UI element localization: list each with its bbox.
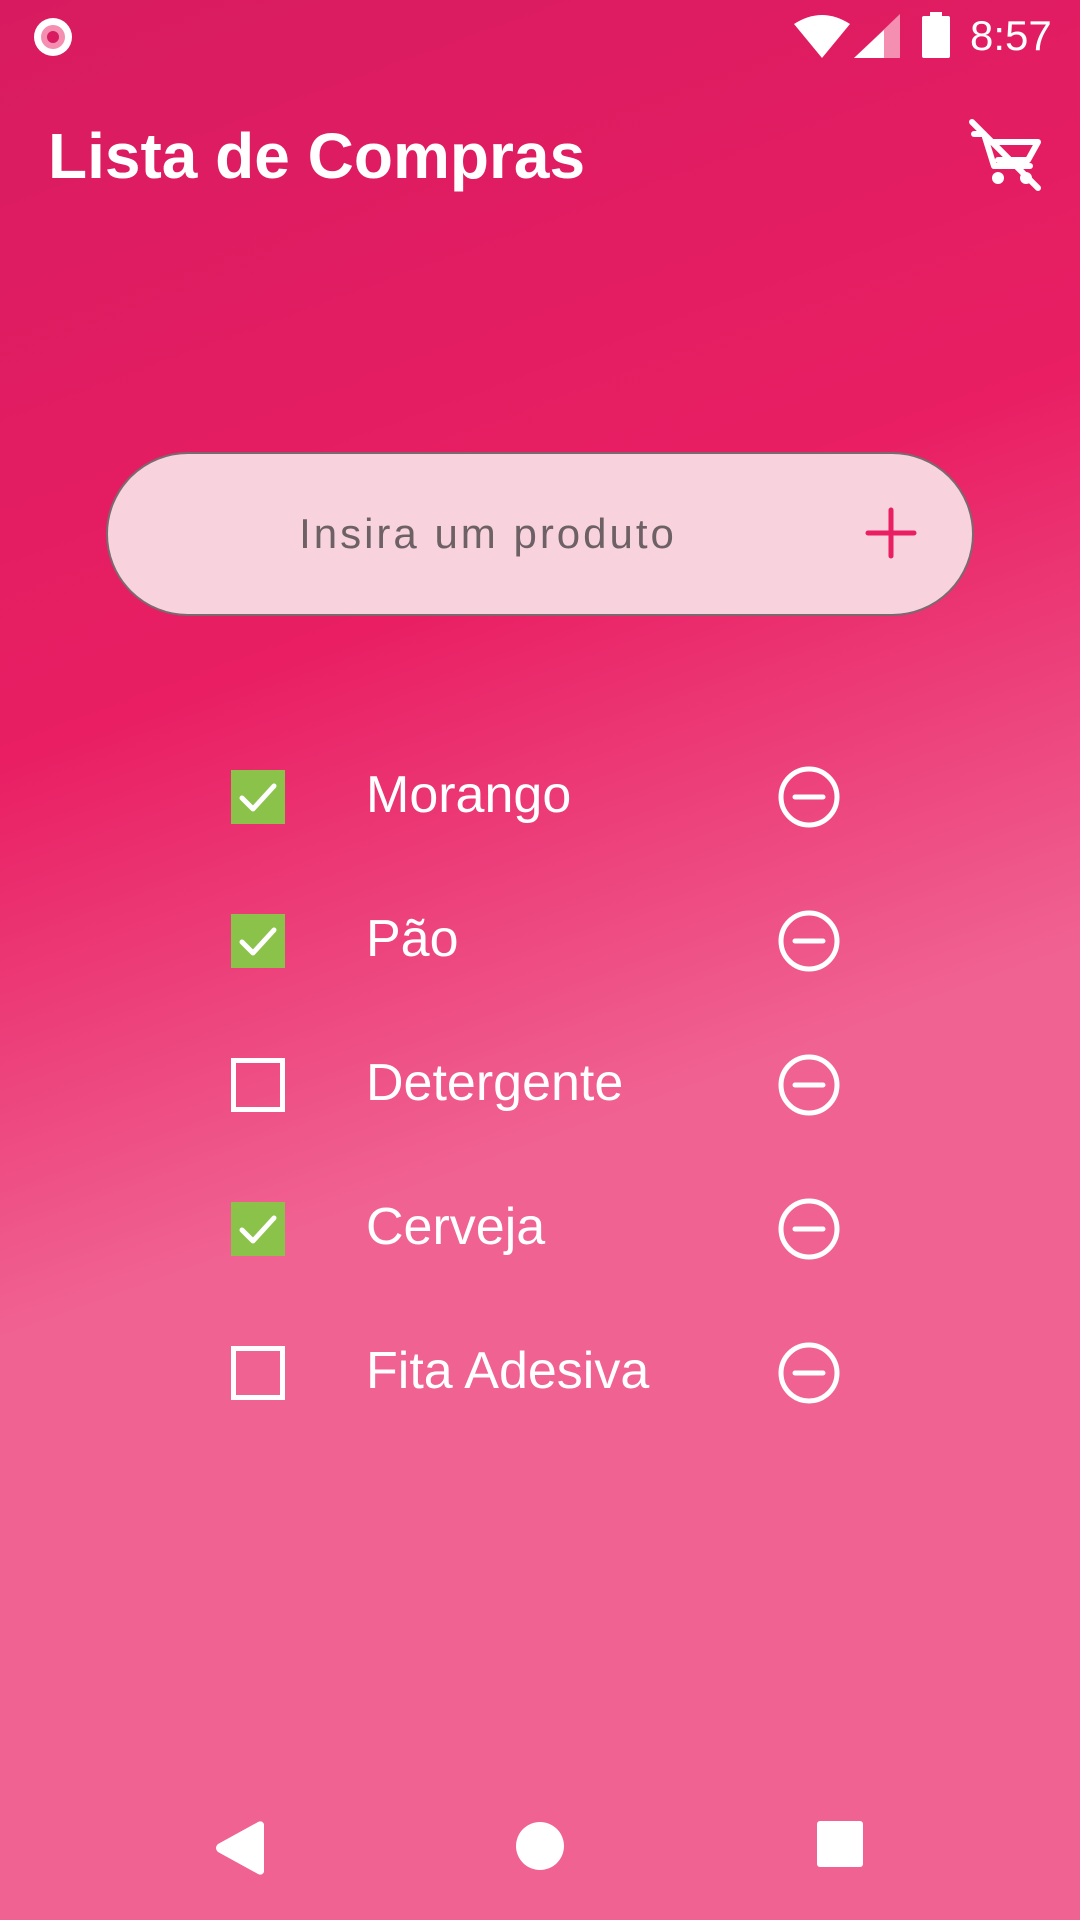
check-icon [239,783,277,812]
app-title: Lista de Compras [48,120,586,192]
wifi-icon [794,15,850,58]
item-label: Morango [366,766,572,824]
signal-icon [854,14,900,58]
item-checkbox[interactable] [231,1058,285,1112]
item-label: Pão [366,910,459,968]
remove-item-button[interactable] [777,1053,841,1117]
remove-item-button[interactable] [777,765,841,829]
plus-icon [865,507,917,559]
check-icon [239,1215,277,1244]
status-time: 8:57 [970,12,1052,59]
back-icon[interactable] [214,1820,266,1876]
remove-circle-icon [778,1198,840,1260]
item-checkbox[interactable] [231,1346,285,1400]
item-checkbox[interactable] [231,914,285,968]
list-item: Detergente [0,1028,1080,1172]
list-item: Morango [0,740,1080,884]
remove-shopping-cart-icon [969,119,1041,191]
remove-circle-icon [778,1054,840,1116]
item-label: Fita Adesiva [366,1342,650,1400]
notification-record-icon [34,18,72,56]
item-checkbox[interactable] [231,770,285,824]
clear-cart-button[interactable] [966,118,1044,196]
item-label: Cerveja [366,1198,546,1256]
check-icon [239,927,277,956]
item-checkbox[interactable] [231,1202,285,1256]
list-item: Pão [0,884,1080,1028]
product-input-container [106,452,974,616]
remove-circle-icon [778,766,840,828]
product-input[interactable] [168,454,808,614]
recents-icon[interactable] [816,1820,864,1868]
home-icon[interactable] [514,1820,566,1872]
shopping-list: Morango Pão Detergente Cerveja Fita Ades… [0,740,1080,1460]
list-item: Fita Adesiva [0,1316,1080,1460]
battery-icon [922,12,950,58]
status-bar: 8:57 [0,0,1080,72]
remove-item-button[interactable] [777,1341,841,1405]
remove-circle-icon [778,1342,840,1404]
system-nav-bar [0,1776,1080,1920]
item-label: Detergente [366,1054,624,1112]
add-product-button[interactable] [864,506,918,560]
remove-item-button[interactable] [777,1197,841,1261]
screen: 8:57 Lista de Compras Morango [0,0,1080,1920]
remove-circle-icon [778,910,840,972]
list-item: Cerveja [0,1172,1080,1316]
remove-item-button[interactable] [777,909,841,973]
